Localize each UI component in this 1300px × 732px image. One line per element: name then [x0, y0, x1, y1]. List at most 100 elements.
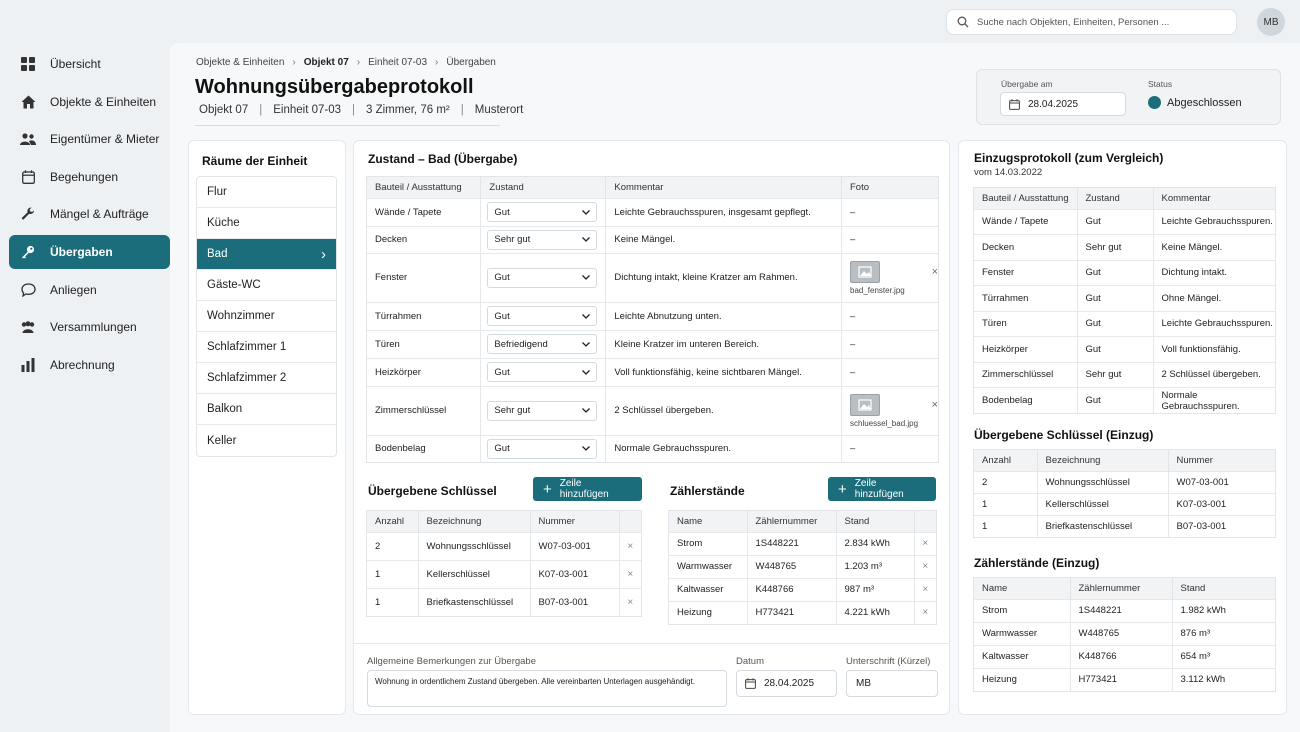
remarks-textarea[interactable]: Wohnung in ordentlichem Zustand übergebe…	[367, 670, 727, 707]
breadcrumb-handovers[interactable]: Übergaben	[446, 57, 495, 68]
table-row: Türrahmen Gut Ohne Mängel.	[974, 285, 1275, 311]
handover-date-field[interactable]: 28.04.2025	[1000, 92, 1126, 116]
remove-row-icon[interactable]: ×	[922, 607, 928, 618]
table-row: Bodenbelag Gut Normale Gebrauchsspuren. –	[367, 434, 938, 462]
chevron-down-icon	[582, 272, 591, 283]
room-item[interactable]: Flur	[197, 177, 336, 208]
signature-field[interactable]: MB	[846, 670, 938, 697]
remove-photo-icon[interactable]: ×	[932, 399, 938, 411]
comment-cell: Voll funktionsfähig, keine sichtbaren Mä…	[605, 357, 842, 386]
nav-item-key[interactable]: Übergaben	[9, 235, 170, 269]
photo-cell: schluessel_bad.jpg ×	[841, 385, 938, 435]
rooms-title: Räume der Einheit	[202, 154, 308, 168]
room-item[interactable]: Bad ›	[197, 239, 336, 270]
grid-icon	[20, 56, 36, 72]
room-label: Bad	[207, 248, 228, 260]
value-cell: 1.203 m³	[836, 554, 915, 578]
photo-attachment[interactable]: bad_fenster.jpg ×	[850, 258, 938, 298]
compare-meters-col-name: Name	[974, 578, 1071, 599]
remove-row-icon[interactable]: ×	[627, 569, 633, 580]
photo-thumbnail-icon[interactable]	[850, 393, 880, 416]
compare-meters-table: Name Zählernummer Stand Strom 1S448221 1.9…	[973, 577, 1276, 692]
chevron-right-icon: ›	[435, 57, 439, 68]
calendar-icon	[745, 678, 756, 689]
plus-icon: +	[838, 480, 847, 498]
number-cell: B07-03-001	[1168, 514, 1275, 537]
comment-cell: Leichte Gebrauchsspuren, insgesamt gepfl…	[605, 197, 842, 226]
remove-row-icon[interactable]: ×	[627, 541, 633, 552]
state-select[interactable]: Sehr gut	[487, 400, 598, 421]
nav-item-grid[interactable]: Übersicht	[9, 47, 170, 81]
remove-row-icon[interactable]: ×	[627, 597, 633, 608]
table-row: 1 Kellerschlüssel K07-03-001	[974, 492, 1275, 515]
nav-item-label: Eigentümer & Mieter	[50, 132, 160, 146]
breadcrumb-object[interactable]: Objekt 07	[304, 57, 349, 68]
name-cell: Wohnungsschlüssel	[418, 531, 531, 560]
room-item[interactable]: Gäste-WC	[197, 270, 336, 301]
room-item[interactable]: Schlafzimmer 2	[197, 363, 336, 394]
remove-row-icon[interactable]: ×	[922, 561, 928, 572]
table-row: Wände / Tapete Gut Leichte Gebrauchsspuren…	[367, 197, 938, 226]
room-item[interactable]: Wohnzimmer	[197, 301, 336, 332]
status-value: Abgeschlossen	[1167, 96, 1242, 109]
room-item[interactable]: Balkon	[197, 394, 336, 425]
state-select[interactable]: Gut	[487, 306, 598, 326]
calendar-icon	[1009, 98, 1020, 110]
chevron-right-icon: ›	[321, 245, 326, 263]
room-label: Schlafzimmer 2	[207, 372, 287, 384]
state-select[interactable]: Befriedigend	[487, 334, 598, 354]
condition-title: Zustand – Bad (Übergabe)	[368, 152, 518, 166]
number-cell: 1S448221	[1070, 598, 1173, 622]
footer-date-label: Datum	[736, 656, 764, 667]
nav-item-label: Übersicht	[50, 57, 101, 71]
keys-add-row-button[interactable]: + Zeile hinzufügen	[533, 477, 642, 501]
name-cell: Heizung	[669, 600, 748, 624]
number-cell: 1S448221	[747, 531, 837, 555]
number-cell: W07-03-001	[1168, 470, 1275, 493]
handover-summary: Übergabe am 28.04.2025 Status Abgeschlos…	[976, 69, 1281, 125]
state-value: Sehr gut	[494, 234, 531, 245]
remove-row-icon[interactable]: ×	[922, 584, 928, 595]
state-select[interactable]: Gut	[487, 362, 598, 382]
bar-chart-icon	[20, 357, 36, 373]
room-item[interactable]: Küche	[197, 208, 336, 239]
avatar[interactable]: MB	[1257, 8, 1285, 36]
state-select[interactable]: Gut	[487, 438, 598, 459]
room-item[interactable]: Schlafzimmer 1	[197, 332, 336, 363]
remove-cell: ×	[914, 531, 936, 555]
nav-item-bar-chart[interactable]: Abrechnung	[9, 348, 170, 382]
remove-photo-icon[interactable]: ×	[932, 266, 938, 278]
nav-item-group[interactable]: Versammlungen	[9, 310, 170, 344]
nav-item-home[interactable]: Objekte & Einheiten	[9, 85, 170, 119]
people-icon	[20, 131, 36, 147]
remove-row-icon[interactable]: ×	[922, 538, 928, 549]
breadcrumb-unit[interactable]: Einheit 07-03	[368, 57, 427, 68]
nav-item-calendar[interactable]: Begehungen	[9, 160, 170, 194]
chevron-down-icon	[582, 367, 591, 378]
part-cell: Türrahmen	[974, 285, 1078, 311]
nav-item-wrench[interactable]: Mängel & Aufträge	[9, 197, 170, 231]
status-dot-icon	[1148, 96, 1161, 109]
key-icon	[20, 244, 36, 260]
photo-thumbnail-icon[interactable]	[850, 260, 880, 283]
breadcrumb-objects[interactable]: Objekte & Einheiten	[196, 57, 284, 68]
photo-attachment[interactable]: schluessel_bad.jpg ×	[850, 391, 938, 431]
handover-date-label: Übergabe am	[1001, 79, 1053, 89]
search-input[interactable]: Suche nach Objekten, Einheiten, Personen…	[946, 9, 1237, 35]
nav-item-label: Objekte & Einheiten	[50, 95, 157, 109]
footer-date-field[interactable]: 28.04.2025	[736, 670, 837, 697]
room-item[interactable]: Keller	[197, 425, 336, 456]
state-select[interactable]: Gut	[487, 267, 598, 288]
remarks-label: Allgemeine Bemerkungen zur Übergabe	[367, 656, 536, 667]
meters-add-row-button[interactable]: + Zeile hinzufügen	[828, 477, 936, 501]
remove-cell: ×	[914, 577, 936, 601]
state-select[interactable]: Gut	[487, 202, 598, 222]
condition-table: Bauteil / Ausstattung Zustand Kommentar …	[366, 176, 939, 463]
state-select[interactable]: Sehr gut	[487, 229, 598, 250]
chevron-down-icon	[582, 207, 591, 218]
number-cell: H773421	[747, 600, 837, 624]
nav-item-people[interactable]: Eigentümer & Mieter	[9, 122, 170, 156]
nav-item-chat[interactable]: Anliegen	[9, 273, 170, 307]
chevron-right-icon: ›	[356, 57, 361, 68]
name-cell: Kaltwasser	[974, 644, 1071, 668]
